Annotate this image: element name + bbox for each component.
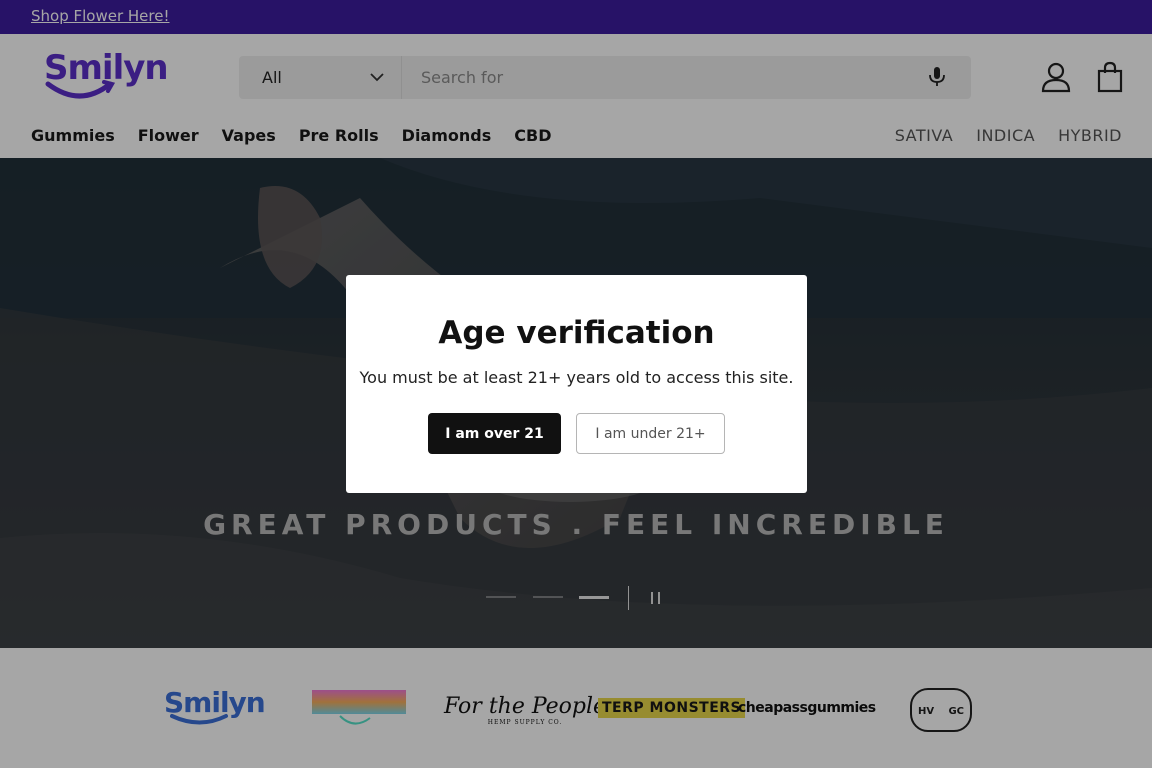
confirm-age-button[interactable]: I am over 21 bbox=[428, 413, 561, 454]
deny-age-button[interactable]: I am under 21+ bbox=[576, 413, 725, 454]
modal-title: Age verification bbox=[438, 315, 715, 351]
age-verification-modal: Age verification You must be at least 21… bbox=[346, 275, 807, 493]
modal-message: You must be at least 21+ years old to ac… bbox=[359, 368, 794, 387]
